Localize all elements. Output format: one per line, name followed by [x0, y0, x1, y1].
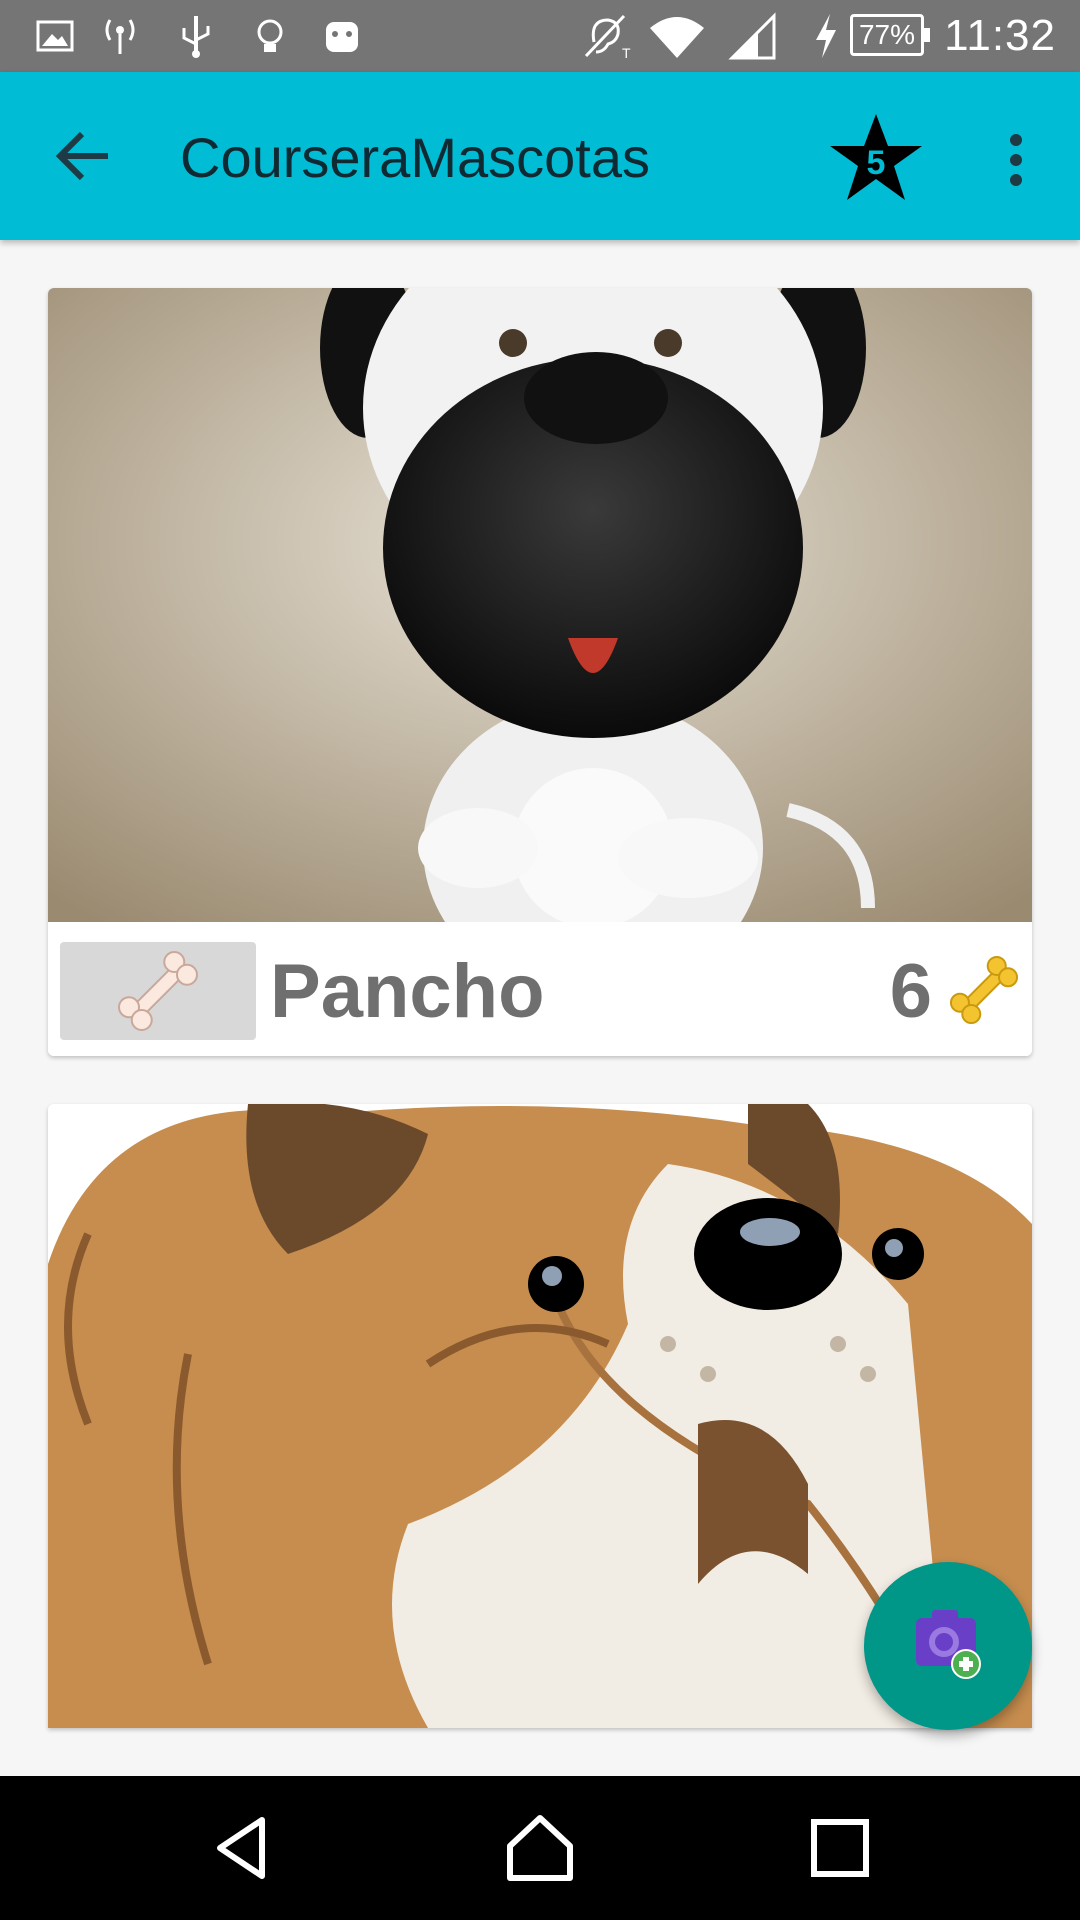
bone-icon [118, 951, 198, 1031]
svg-text:T: T [622, 45, 631, 60]
overflow-menu-icon[interactable] [990, 128, 1038, 192]
add-photo-camera-icon [916, 1610, 981, 1679]
pet-card: Pancho 6 [48, 288, 1032, 1056]
pet-card-footer: Pancho 6 [48, 922, 1032, 1056]
back-triangle-icon[interactable] [206, 1812, 278, 1884]
recents-square-icon[interactable] [804, 1812, 876, 1884]
android-icon [326, 22, 358, 52]
favorites-button[interactable]: 5 [828, 112, 924, 202]
wireless-icon [105, 19, 135, 54]
hearing-aid-icon: T [584, 14, 631, 60]
status-bar: T 77% 11:32 [0, 0, 1080, 72]
rating-bone-icon [949, 955, 1019, 1025]
pet-name: Pancho [270, 949, 545, 1034]
home-circle-icon[interactable] [504, 1812, 576, 1884]
navigation-bar [0, 1776, 1080, 1920]
usb-icon [182, 16, 210, 58]
like-count: 6 [889, 949, 932, 1034]
app-title: CourseraMascotas [180, 126, 650, 189]
app-bar: CourseraMascotas 5 [0, 72, 1080, 240]
clock: 11:32 [944, 11, 1056, 60]
charging-icon [816, 14, 836, 58]
favorites-count: 5 [866, 144, 886, 182]
like-button[interactable] [60, 942, 256, 1040]
battery-indicator: 77% [850, 14, 930, 56]
add-photo-fab[interactable] [864, 1562, 1032, 1730]
gallery-icon [36, 20, 74, 52]
signal-icon [728, 12, 776, 60]
pet-photo[interactable] [48, 288, 1032, 922]
bulb-icon [257, 19, 283, 52]
wifi-icon [650, 17, 704, 58]
arrow-back-icon[interactable] [50, 120, 122, 192]
